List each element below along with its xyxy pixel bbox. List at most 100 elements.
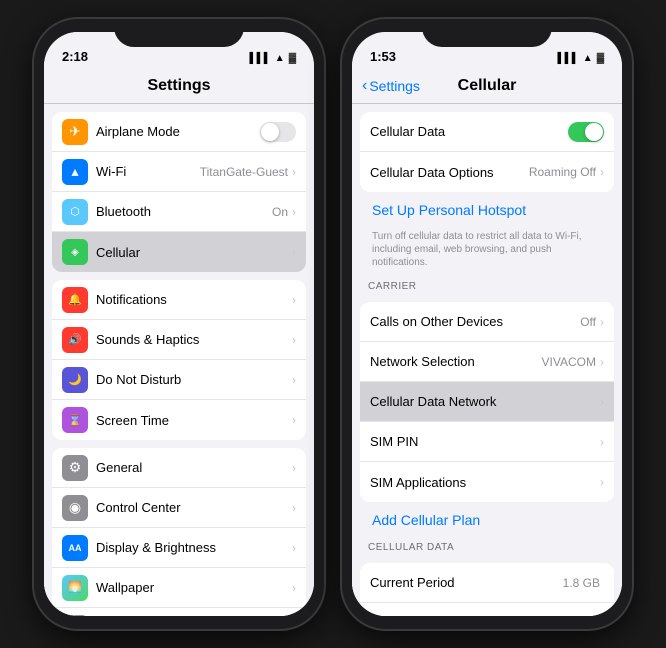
sim-pin-label: SIM PIN	[370, 434, 600, 449]
notifications-label: Notifications	[96, 292, 292, 307]
row-dnd[interactable]: 🌙 Do Not Disturb ›	[52, 360, 306, 400]
siri-icon: ◎	[62, 615, 88, 617]
back-label: Settings	[369, 78, 420, 94]
row-notifications[interactable]: 🔔 Notifications ›	[52, 280, 306, 320]
add-cellular-section: Add Cellular Plan	[352, 502, 622, 536]
battery-icon2: ▓	[597, 53, 604, 64]
cellular-settings-list: Cellular Data Cellular Data Options Roam…	[352, 112, 622, 616]
wifi-icon: ▴	[62, 159, 88, 185]
display-label: Display & Brightness	[96, 540, 292, 555]
scroll-content: ✈ Airplane Mode ▴ Wi-Fi TitanGate-Guest …	[44, 104, 314, 616]
group-cellular-main: Cellular Data Cellular Data Options Roam…	[360, 112, 614, 192]
wallpaper-label: Wallpaper	[96, 580, 292, 595]
current-period-value: 1.8 GB	[563, 576, 600, 590]
dnd-label: Do Not Disturb	[96, 372, 292, 387]
cellular-options-label: Cellular Data Options	[370, 165, 529, 180]
sim-apps-label: SIM Applications	[370, 475, 600, 490]
row-wifi[interactable]: ▴ Wi-Fi TitanGate-Guest ›	[52, 152, 306, 192]
notif-chevron: ›	[292, 293, 296, 307]
add-cellular-link[interactable]: Add Cellular Plan	[360, 504, 614, 536]
display-chevron: ›	[292, 541, 296, 555]
back-chevron: ‹	[362, 77, 367, 95]
sim-apps-chevron: ›	[600, 475, 604, 489]
calls-chevron: ›	[600, 315, 604, 329]
hotspot-info: Turn off cellular data to restrict all d…	[360, 226, 614, 275]
nav-bar: Settings	[44, 68, 314, 104]
row-bluetooth[interactable]: ⬡ Bluetooth On ›	[52, 192, 306, 232]
network-selection-label: Network Selection	[370, 354, 542, 369]
cc-label: Control Center	[96, 500, 292, 515]
row-cellular-data-options[interactable]: Cellular Data Options Roaming Off ›	[360, 152, 614, 192]
group-usage: Current Period 1.8 GB Current Period Roa…	[360, 563, 614, 616]
settings-list: ✈ Airplane Mode ▴ Wi-Fi TitanGate-Guest …	[44, 112, 314, 616]
wifi-value: TitanGate-Guest	[200, 165, 288, 179]
row-cellular-data[interactable]: Cellular Data	[360, 112, 614, 152]
bluetooth-icon: ⬡	[62, 199, 88, 225]
dnd-icon: 🌙	[62, 367, 88, 393]
nav-bar2: ‹ Settings Cellular	[352, 68, 622, 104]
current-period-roaming-label: Current Period Roaming	[370, 615, 561, 616]
row-current-period: Current Period 1.8 GB	[360, 563, 614, 603]
screentime-icon: ⌛	[62, 407, 88, 433]
row-sounds[interactable]: 🔊 Sounds & Haptics ›	[52, 320, 306, 360]
general-icon: ⚙	[62, 455, 88, 481]
row-general[interactable]: ⚙ General ›	[52, 448, 306, 488]
row-siri[interactable]: ◎ Siri & Search ›	[52, 608, 306, 616]
cellular-icon: ◈	[62, 239, 88, 265]
row-calls-other[interactable]: Calls on Other Devices Off ›	[360, 302, 614, 342]
hotspot-section: Set Up Personal Hotspot Turn off cellula…	[352, 192, 622, 275]
status-icons: ▌▌▌ ▲ ▓	[250, 53, 296, 64]
row-sim-apps[interactable]: SIM Applications ›	[360, 462, 614, 502]
row-airplane[interactable]: ✈ Airplane Mode	[52, 112, 306, 152]
nav-back[interactable]: ‹ Settings	[362, 77, 420, 95]
screentime-label: Screen Time	[96, 413, 292, 428]
row-wallpaper[interactable]: 🌅 Wallpaper ›	[52, 568, 306, 608]
screen: 2:18 ▌▌▌ ▲ ▓ Settings ✈ Airplane Mode	[44, 32, 314, 616]
network-selection-value: VIVACOM	[542, 355, 596, 369]
general-chevron: ›	[292, 461, 296, 475]
notch2	[422, 19, 552, 47]
hotspot-link[interactable]: Set Up Personal Hotspot	[360, 194, 614, 226]
sim-pin-chevron: ›	[600, 435, 604, 449]
sounds-chevron: ›	[292, 333, 296, 347]
cc-icon: ◉	[62, 495, 88, 521]
calls-other-value: Off	[580, 315, 596, 329]
cellular-chevron: ›	[292, 245, 296, 259]
group-notifications: 🔔 Notifications › 🔊 Sounds & Haptics › 🌙…	[52, 280, 306, 440]
row-cellular[interactable]: ◈ Cellular ›	[52, 232, 306, 272]
carrier-section-label: CARRIER	[352, 275, 622, 294]
general-label: General	[96, 460, 292, 475]
signal-icon: ▌▌▌	[250, 53, 271, 64]
bluetooth-chevron: ›	[292, 205, 296, 219]
nav-title2: Cellular	[458, 77, 517, 95]
row-cc[interactable]: ◉ Control Center ›	[52, 488, 306, 528]
wifi-chevron: ›	[292, 165, 296, 179]
cdn-chevron: ›	[600, 395, 604, 409]
row-cellular-data-network[interactable]: Cellular Data Network ›	[360, 382, 614, 422]
network-chevron: ›	[600, 355, 604, 369]
dnd-chevron: ›	[292, 373, 296, 387]
row-screentime[interactable]: ⌛ Screen Time ›	[52, 400, 306, 440]
cellular-options-chevron: ›	[600, 165, 604, 179]
notifications-icon: 🔔	[62, 287, 88, 313]
status-time: 2:18	[62, 49, 88, 64]
sounds-icon: 🔊	[62, 327, 88, 353]
cellular-data-section-label: CELLULAR DATA	[352, 536, 622, 555]
calls-other-label: Calls on Other Devices	[370, 314, 580, 329]
battery-icon: ▓	[289, 53, 296, 64]
row-network-selection[interactable]: Network Selection VIVACOM ›	[360, 342, 614, 382]
scroll-content2: Cellular Data Cellular Data Options Roam…	[352, 104, 622, 616]
cellular-data-toggle[interactable]	[568, 122, 604, 142]
airplane-icon: ✈	[62, 119, 88, 145]
phone-settings: 2:18 ▌▌▌ ▲ ▓ Settings ✈ Airplane Mode	[34, 19, 324, 629]
sounds-label: Sounds & Haptics	[96, 332, 292, 347]
wifi-icon2: ▲	[583, 53, 593, 64]
cellular-data-network-label: Cellular Data Network	[370, 394, 600, 409]
nav-title: Settings	[147, 77, 210, 95]
airplane-toggle[interactable]	[260, 122, 296, 142]
status-time2: 1:53	[370, 49, 396, 64]
row-sim-pin[interactable]: SIM PIN ›	[360, 422, 614, 462]
screen2: 1:53 ▌▌▌ ▲ ▓ ‹ Settings Cellular Cellula…	[352, 32, 622, 616]
row-display[interactable]: AA Display & Brightness ›	[52, 528, 306, 568]
group-carrier: Calls on Other Devices Off › Network Sel…	[360, 302, 614, 502]
